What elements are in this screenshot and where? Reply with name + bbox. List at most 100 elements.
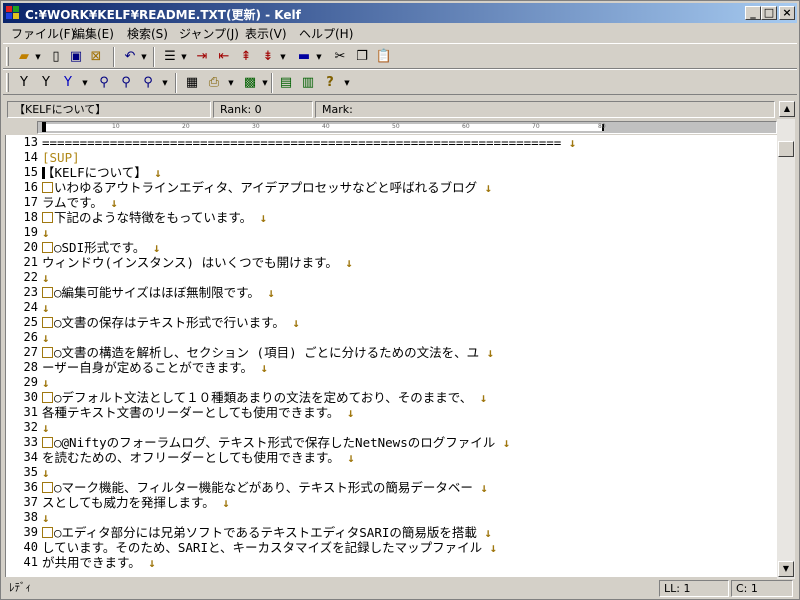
close-button[interactable]: ×	[779, 6, 795, 20]
line-content: 下記のような特徴をもっています。	[54, 210, 253, 225]
outline-icon[interactable]: ▦	[183, 74, 201, 92]
toolbar-grip[interactable]	[6, 73, 9, 92]
status-column: C: 1	[731, 580, 793, 597]
print-dropdown-icon[interactable]: ▼	[227, 74, 235, 92]
help-dropdown-icon[interactable]: ▼	[343, 74, 351, 92]
scroll-up-button[interactable]: ▲	[779, 101, 795, 117]
return-mark-icon: ↓	[140, 555, 156, 570]
line-text: ========================================…	[42, 135, 576, 150]
search-icon[interactable]: ⚲	[139, 74, 157, 92]
color-icon[interactable]: ▬	[295, 48, 313, 66]
return-mark-icon: ↓	[337, 255, 353, 270]
menu-edit[interactable]: 編集(E)	[73, 25, 114, 42]
rank-label: Rank: 0	[213, 101, 313, 118]
return-mark-icon: ↓	[472, 480, 488, 495]
line-number: 38	[23, 510, 38, 524]
filter-mark-icon[interactable]: Y	[59, 74, 77, 92]
return-mark-icon: ↓	[42, 465, 50, 480]
line-text: ○@Niftyのフォーラムログ、テキスト形式で保存したNetNewsのログファイ…	[42, 435, 510, 450]
line-number: 35	[23, 465, 38, 479]
properties-icon[interactable]: ▤	[277, 74, 295, 92]
copy-icon[interactable]: ❐	[353, 48, 371, 66]
toolbar-grip[interactable]	[6, 47, 9, 66]
paste-icon[interactable]: 📋	[375, 48, 393, 66]
list-dropdown-icon[interactable]: ▼	[180, 48, 188, 66]
ruler-mark: 50	[392, 123, 400, 130]
menu-view[interactable]: 表示(V)	[245, 25, 287, 42]
filter-icon[interactable]: Y	[15, 74, 33, 92]
line-text: ↓	[42, 300, 50, 315]
ruler-mark: 30	[252, 123, 260, 130]
new-icon[interactable]: ▯	[47, 48, 65, 66]
checkbox-icon	[42, 437, 53, 448]
line-number: 34	[23, 450, 38, 464]
line-number: 41	[23, 555, 38, 569]
line-number: 36	[23, 480, 38, 494]
line-content: ○@Niftyのフォーラムログ、テキスト形式で保存したNetNewsのログファイ…	[54, 435, 496, 450]
return-mark-icon: ↓	[339, 405, 355, 420]
line-text: ↓	[42, 225, 50, 240]
book-icon[interactable]: ▥	[299, 74, 317, 92]
vertical-scrollbar[interactable]: ▼	[777, 119, 795, 579]
move-down-icon[interactable]: ⇟	[259, 48, 277, 66]
scroll-down-button[interactable]: ▼	[778, 561, 794, 577]
outdent-icon[interactable]: ⇤	[215, 48, 233, 66]
title-bar[interactable]: C:¥WORK¥KELF¥README.TXT(更新) - Kelf _ □ ×	[3, 3, 797, 23]
menu-jump[interactable]: ジャンプ(J)	[179, 25, 239, 42]
scrollbar-thumb[interactable]	[778, 141, 794, 157]
line-number: 21	[23, 255, 38, 269]
help-icon[interactable]: ?	[321, 74, 339, 92]
toolbar-separator	[271, 73, 273, 93]
menu-search[interactable]: 検索(S)	[127, 25, 168, 42]
cut-icon[interactable]: ✂	[331, 48, 349, 66]
toolbar-main: ▰ ▼ ▯ ▣ ⊠ ↶ ▼ ☰ ▼ ⇥ ⇤ ⇞ ⇟ ▼ ▬ ▼ ✂ ❐ 📋	[3, 43, 797, 69]
mark-label: Mark:	[315, 101, 775, 118]
filter-next-icon[interactable]: Y	[37, 74, 55, 92]
move-up-icon[interactable]: ⇞	[237, 48, 255, 66]
menu-file[interactable]: ファイル(F)	[11, 25, 75, 42]
move-dropdown-icon[interactable]: ▼	[279, 48, 287, 66]
status-line: LL: 1	[659, 580, 729, 597]
checkbox-icon	[42, 287, 53, 298]
undo-dropdown-icon[interactable]: ▼	[140, 48, 148, 66]
text-editor[interactable]: 13 ======================================…	[5, 135, 777, 577]
print-icon[interactable]: ⎙	[205, 74, 223, 92]
line-content: ーザー自身が定めることができます。	[42, 360, 254, 375]
return-mark-icon: ↓	[42, 300, 50, 315]
menu-help[interactable]: ヘルプ(H)	[299, 25, 353, 42]
line-text: いわゆるアウトラインエディタ、アイデアプロセッサなどと呼ばれるブログ ↓	[42, 180, 492, 195]
filter-dropdown-icon[interactable]: ▼	[81, 74, 89, 92]
line-number: 31	[23, 405, 38, 419]
list-icon[interactable]: ☰	[161, 48, 179, 66]
ruler-cursor-marker[interactable]	[42, 122, 46, 132]
checkbox-icon	[42, 242, 53, 253]
toolbar-separator	[175, 73, 177, 93]
return-mark-icon: ↓	[214, 495, 230, 510]
minimize-button[interactable]: _	[745, 6, 761, 20]
line-text: ラムです。 ↓	[42, 195, 118, 210]
open-icon[interactable]: ▰	[15, 48, 33, 66]
app-icon[interactable]	[6, 6, 20, 20]
line-text: [SUP]	[42, 150, 80, 165]
replace-icon[interactable]: ⚲	[117, 74, 135, 92]
chart-icon[interactable]: ▩	[241, 74, 259, 92]
return-mark-icon: ↓	[339, 450, 355, 465]
line-text: ↓	[42, 465, 50, 480]
checkbox-icon	[42, 482, 53, 493]
color-dropdown-icon[interactable]: ▼	[315, 48, 323, 66]
line-number: 32	[23, 420, 38, 434]
save-icon[interactable]: ▣	[67, 48, 85, 66]
line-content: ○エディタ部分には兄弟ソフトであるテキストエディタSARIの簡易版を搭載	[54, 525, 477, 540]
ruler[interactable]: 10 20 30 40 50 60 70 80	[37, 121, 777, 134]
maximize-button[interactable]: □	[761, 6, 777, 20]
line-content: 【KELFについて】	[42, 165, 147, 180]
indent-icon[interactable]: ⇥	[193, 48, 211, 66]
find-icon[interactable]: ⚲	[95, 74, 113, 92]
status-mode: ﾚﾃﾞｨ	[9, 581, 31, 594]
line-number: 37	[23, 495, 38, 509]
close-file-icon[interactable]: ⊠	[87, 48, 105, 66]
undo-icon[interactable]: ↶	[121, 48, 139, 66]
open-dropdown-icon[interactable]: ▼	[34, 48, 42, 66]
chart-dropdown-icon[interactable]: ▼	[261, 74, 269, 92]
search-dropdown-icon[interactable]: ▼	[161, 74, 169, 92]
